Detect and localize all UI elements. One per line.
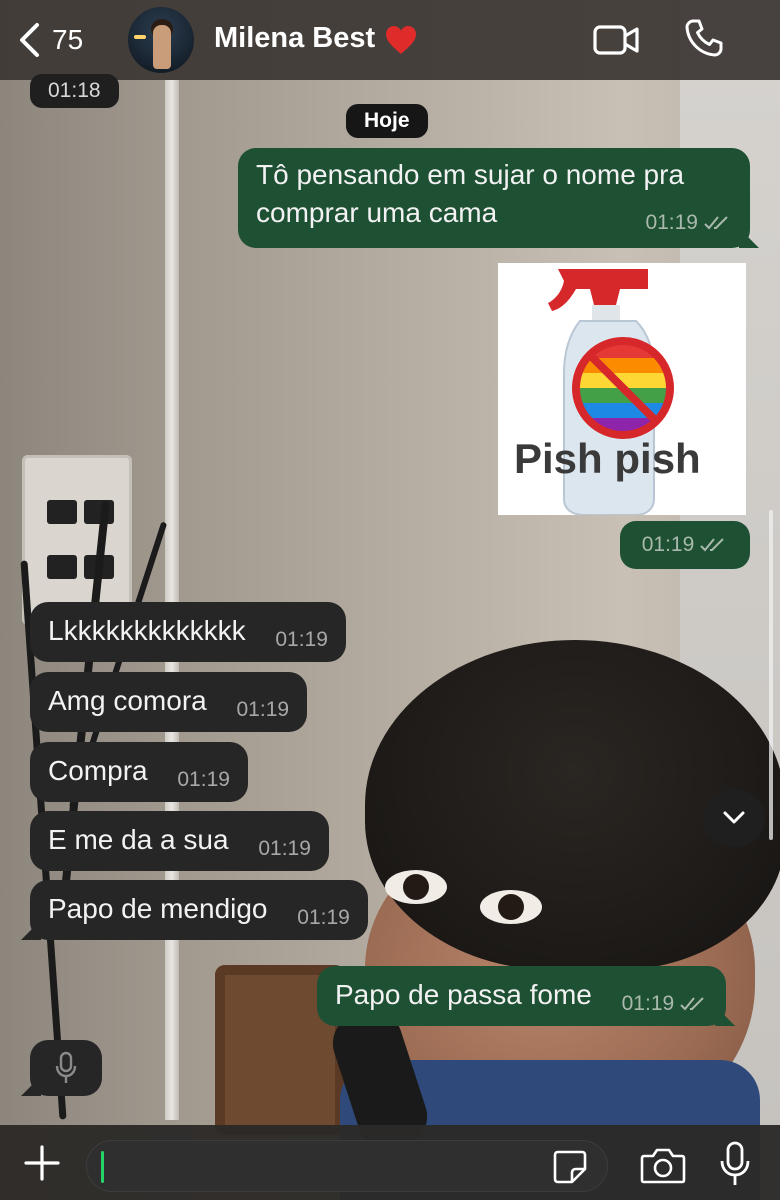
message-time: 01:19 — [177, 768, 230, 791]
text-caret — [101, 1151, 104, 1183]
unread-count: 75 — [52, 24, 84, 55]
sticker-message[interactable]: Pish pish — [498, 263, 746, 515]
message-bubble-incoming[interactable]: E me da a sua 01:19 — [30, 811, 329, 871]
message-text: Papo de passa fome — [335, 979, 592, 1010]
avatar[interactable] — [128, 7, 194, 73]
scrollbar[interactable] — [769, 510, 773, 840]
message-input-bar — [0, 1125, 780, 1200]
message-bubble-outgoing[interactable]: Papo de passa fome 01:19 — [317, 966, 727, 1026]
double-check-icon — [700, 538, 724, 552]
message-input[interactable] — [86, 1140, 608, 1192]
attach-button[interactable] — [22, 1143, 62, 1183]
message-text: Amg comora — [48, 685, 207, 716]
message-time: 01:19 — [645, 211, 698, 234]
message-time: 01:19 — [297, 906, 350, 929]
double-check-icon — [704, 216, 728, 230]
message-bubble-outgoing[interactable]: Tô pensando em sujar o nome pra comprar … — [238, 148, 750, 248]
sticker-button[interactable] — [552, 1149, 588, 1185]
video-call-button[interactable] — [592, 22, 640, 58]
message-text: Lkkkkkkkkkkkkk — [48, 615, 246, 646]
message-bubble-incoming[interactable]: Lkkkkkkkkkkkkk 01:19 — [30, 602, 346, 662]
chat-header: 75 Milena Best — [0, 0, 780, 80]
message-text: Papo de mendigo — [48, 893, 268, 924]
message-bubble-incoming[interactable]: Papo de mendigo 01:19 — [30, 880, 368, 940]
chevron-down-icon — [723, 811, 745, 824]
previous-time: 01:18 — [30, 74, 119, 108]
message-time: 01:19 — [641, 533, 695, 556]
message-text: E me da a sua — [48, 824, 229, 855]
chat-area[interactable]: 01:18 Hoje Tô pensando em sujar o nome p… — [0, 74, 780, 1125]
voice-message-chip[interactable] — [30, 1040, 102, 1096]
message-time: 01:19 — [621, 992, 675, 1015]
camera-button[interactable] — [640, 1147, 686, 1185]
chevron-left-icon — [20, 23, 39, 57]
message-time: 01:19 — [258, 837, 311, 860]
back-button[interactable]: 75 — [18, 20, 83, 60]
message-time: 01:19 — [236, 698, 290, 721]
message-bubble-incoming[interactable]: Compra 01:19 — [30, 742, 248, 802]
message-bubble-incoming[interactable]: Amg comora 01:19 — [30, 672, 308, 732]
double-check-icon — [680, 997, 704, 1011]
message-meta: 01:19 — [645, 204, 732, 242]
message-time: 01:19 — [275, 628, 328, 651]
message-meta: 01:19 — [622, 985, 709, 1023]
scroll-to-bottom-button[interactable] — [703, 789, 765, 847]
message-text: Compra — [48, 755, 148, 786]
microphone-button[interactable] — [720, 1141, 750, 1187]
spray-bottle-sticker: Pish pish — [498, 263, 746, 515]
sticker-caption: Pish pish — [514, 435, 701, 482]
sticker-meta: 01:19 — [620, 521, 750, 569]
heart-icon — [386, 26, 416, 54]
date-separator: Hoje — [346, 104, 428, 138]
voice-call-button[interactable] — [684, 18, 724, 58]
contact-name[interactable]: Milena Best — [214, 22, 375, 55]
message-text: Tô pensando em sujar o nome pra comprar … — [256, 159, 685, 228]
microphone-icon — [55, 1051, 77, 1083]
